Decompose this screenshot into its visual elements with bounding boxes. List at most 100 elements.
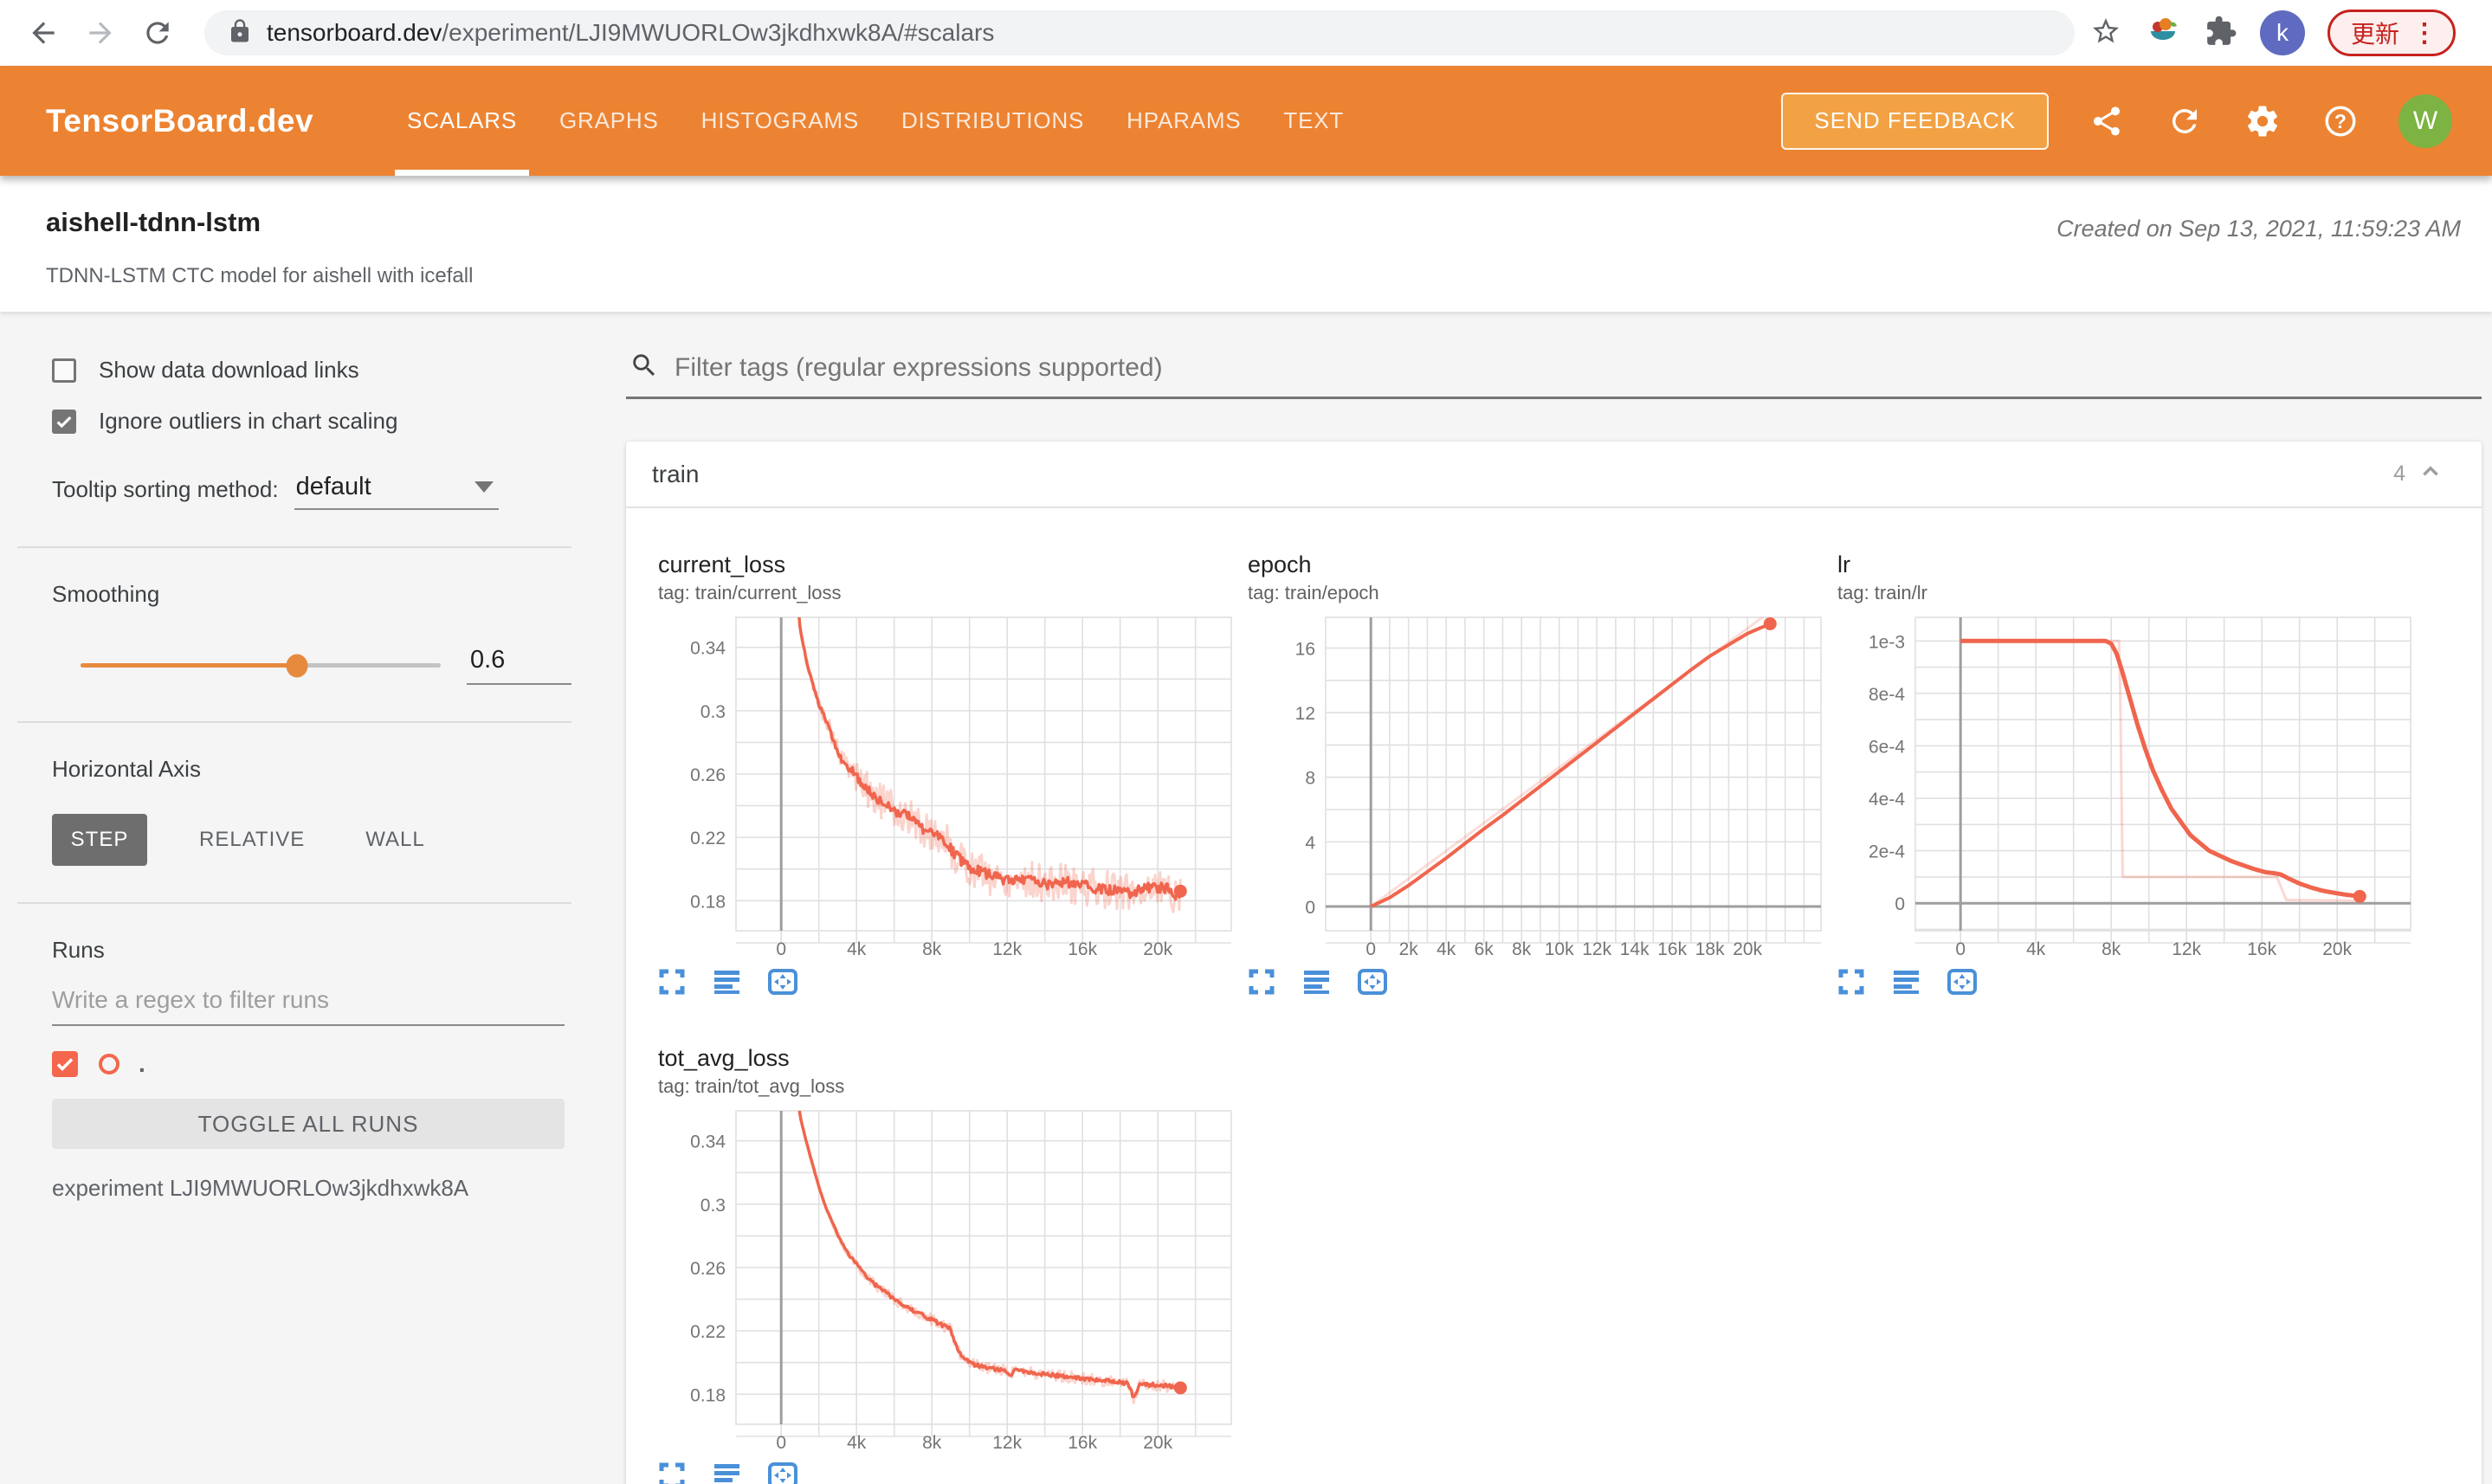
toggle-all-runs-button[interactable]: TOGGLE ALL RUNS (52, 1099, 565, 1149)
horizontal-axis-label: Horizontal Axis (52, 756, 201, 782)
tab-distributions[interactable]: DISTRIBUTIONS (901, 66, 1084, 176)
svg-text:16k: 16k (1068, 939, 1097, 959)
svg-text:20k: 20k (2322, 939, 2352, 959)
svg-text:12k: 12k (992, 1433, 1022, 1453)
tab-scalars[interactable]: SCALARS (395, 66, 530, 176)
chart-title: current_loss (658, 552, 786, 577)
show-download-links-checkbox[interactable] (52, 358, 76, 383)
fit-data-icon[interactable] (767, 1461, 798, 1484)
tooltip-sorting-select[interactable]: default (294, 473, 499, 510)
reload-icon[interactable] (139, 14, 177, 52)
collapse-chevron-icon[interactable] (2418, 461, 2444, 487)
chart-plot[interactable]: 0 4 8 12 16 0 2k 4k 6k 8k 10k 12k 14k 16k 18k 20k (1229, 616, 1824, 964)
nav-tabs: SCALARS GRAPHS HISTOGRAMS DISTRIBUTIONS … (395, 66, 1344, 176)
settings-gear-icon[interactable] (2243, 101, 2282, 141)
tab-hparams[interactable]: HPARAMS (1127, 66, 1241, 176)
fullscreen-icon[interactable] (656, 967, 688, 997)
train-group-header[interactable]: train 4 (626, 442, 2482, 508)
svg-text:0: 0 (776, 939, 786, 959)
tensorboard-logo[interactable]: TensorBoard.dev (46, 103, 313, 139)
extension-app-icon[interactable] (2144, 12, 2182, 55)
ignore-outliers-checkbox[interactable] (52, 409, 76, 434)
fit-data-icon[interactable] (767, 967, 798, 997)
smoothing-value-input[interactable]: 0.6 (467, 646, 571, 685)
svg-text:4: 4 (1305, 833, 1315, 853)
svg-text:16k: 16k (2247, 939, 2276, 959)
svg-text:4k: 4k (2026, 939, 2046, 959)
run-checkbox[interactable] (52, 1051, 78, 1077)
svg-text:6k: 6k (1475, 939, 1495, 959)
axis-wall-button[interactable]: WALL (365, 828, 424, 852)
fit-data-icon[interactable] (1357, 967, 1388, 997)
smoothing-label: Smoothing (52, 581, 160, 607)
run-row[interactable]: . (52, 1050, 571, 1078)
address-bar[interactable]: tensorboard.dev/experiment/LJI9MWUORLOw3… (204, 10, 2075, 55)
chart-lr: lr tag: train/lr 0 2e-4 4e-4 6e-4 8e-4 1e-3 0 4k 8… (1818, 552, 2411, 997)
fit-data-icon[interactable] (1946, 967, 1978, 997)
ignore-outliers-row[interactable]: Ignore outliers in chart scaling (52, 408, 571, 435)
chrome-update-button[interactable]: 更新 ⋮ (2327, 10, 2456, 56)
filter-tags-row[interactable] (626, 351, 2482, 399)
chevron-down-icon (474, 481, 494, 493)
send-feedback-button[interactable]: SEND FEEDBACK (1781, 92, 2049, 150)
chart-actions (639, 1461, 1229, 1484)
svg-text:12k: 12k (1582, 939, 1611, 959)
refresh-icon[interactable] (2165, 101, 2205, 141)
svg-text:16k: 16k (1068, 1433, 1097, 1453)
svg-text:16: 16 (1295, 639, 1315, 659)
svg-text:14k: 14k (1620, 939, 1649, 959)
tab-text[interactable]: TEXT (1283, 66, 1344, 176)
log-scale-icon[interactable] (712, 1461, 743, 1484)
svg-text:0.22: 0.22 (690, 1322, 726, 1342)
experiment-description: TDNN-LSTM CTC model for aishell with ice… (46, 264, 474, 287)
fullscreen-icon[interactable] (656, 1461, 688, 1484)
share-icon[interactable] (2087, 101, 2127, 141)
bookmark-star-icon[interactable] (2090, 16, 2121, 51)
smoothing-slider-handle[interactable] (286, 654, 308, 677)
svg-text:8k: 8k (2101, 939, 2121, 959)
browser-toolbar: tensorboard.dev/experiment/LJI9MWUORLOw3… (0, 0, 2492, 66)
svg-text:10k: 10k (1545, 939, 1574, 959)
extensions-puzzle-icon[interactable] (2205, 15, 2237, 52)
sidebar-divider (17, 721, 571, 723)
charts-grid: current_loss tag: train/current_loss 0.18 0… (626, 508, 2482, 1484)
svg-text:2e-4: 2e-4 (1869, 842, 1905, 862)
filter-tags-input[interactable] (675, 352, 2478, 383)
log-scale-icon[interactable] (1301, 967, 1333, 997)
account-avatar[interactable]: W (2398, 94, 2452, 148)
svg-text:16k: 16k (1657, 939, 1687, 959)
fullscreen-icon[interactable] (1836, 967, 1867, 997)
chart-title: lr (1837, 552, 1850, 577)
log-scale-icon[interactable] (1891, 967, 1922, 997)
svg-text:?: ? (2334, 109, 2347, 132)
svg-text:0.34: 0.34 (690, 639, 726, 659)
svg-text:8k: 8k (922, 1433, 942, 1453)
svg-text:8k: 8k (922, 939, 942, 959)
browser-profile-avatar[interactable]: k (2260, 10, 2305, 55)
chart-tag: tag: train/epoch (1248, 582, 1379, 603)
fullscreen-icon[interactable] (1246, 967, 1277, 997)
run-color-indicator[interactable] (99, 1054, 119, 1074)
chart-plot[interactable]: 0.18 0.22 0.26 0.3 0.34 0 4k 8k 12k 16k 20k (639, 1109, 1235, 1457)
chart-plot[interactable]: 0 2e-4 4e-4 6e-4 8e-4 1e-3 0 4k 8k 12k 16k 20k (1818, 616, 2414, 964)
svg-text:2k: 2k (1399, 939, 1419, 959)
show-download-links-row[interactable]: Show data download links (52, 357, 571, 384)
tab-histograms[interactable]: HISTOGRAMS (701, 66, 859, 176)
chart-plot[interactable]: 0.18 0.22 0.26 0.3 0.34 0 4k 8k 12k 16k 20k (639, 616, 1235, 964)
log-scale-icon[interactable] (712, 967, 743, 997)
back-icon[interactable] (24, 14, 62, 52)
axis-step-button[interactable]: STEP (52, 814, 147, 866)
help-icon[interactable]: ? (2321, 101, 2360, 141)
tab-graphs[interactable]: GRAPHS (559, 66, 659, 176)
run-name: . (139, 1050, 145, 1077)
runs-label: Runs (52, 937, 105, 963)
forward-icon[interactable] (81, 14, 119, 52)
chart-actions (1229, 967, 1818, 997)
svg-text:4k: 4k (1436, 939, 1456, 959)
svg-text:0.18: 0.18 (690, 1385, 726, 1405)
chart-actions (1818, 967, 2408, 997)
runs-filter-input[interactable] (52, 986, 565, 1026)
smoothing-slider[interactable] (81, 654, 441, 677)
browser-menu-icon[interactable]: ⋮ (2411, 18, 2437, 48)
axis-relative-button[interactable]: RELATIVE (199, 828, 305, 852)
